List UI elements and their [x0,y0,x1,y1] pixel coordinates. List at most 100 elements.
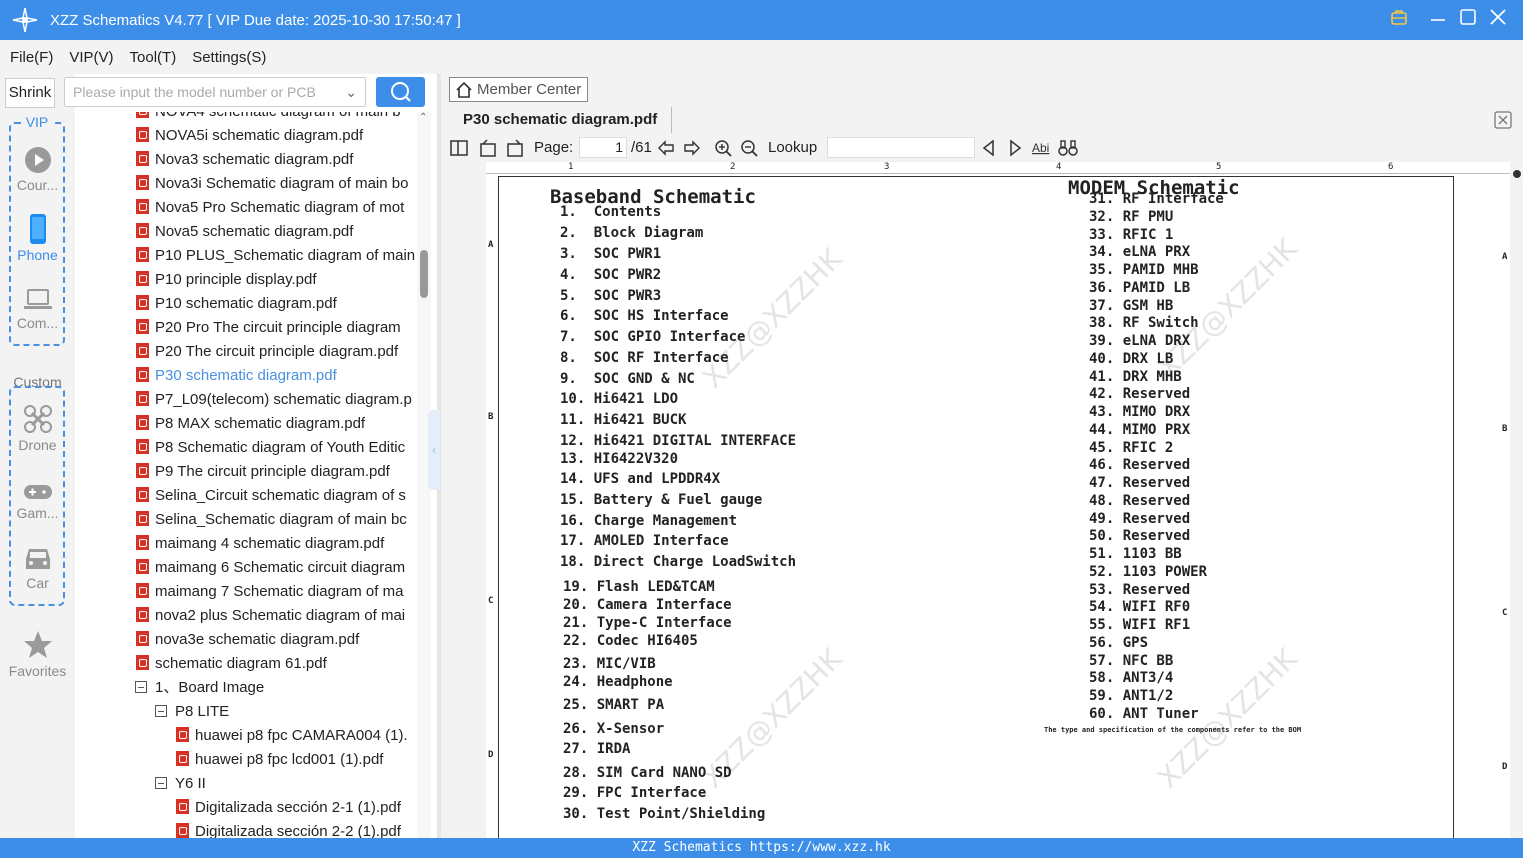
close-tab-icon[interactable] [1494,111,1512,129]
rotate-right-icon[interactable] [506,139,524,157]
member-center-button[interactable]: Member Center [449,77,588,102]
find-next-icon[interactable] [1006,139,1024,157]
zoom-out-icon[interactable] [740,139,758,157]
lookup-label: Lookup [768,139,818,156]
file-item[interactable]: Nova3i Schematic diagram of main bo [136,172,416,196]
maximize-button[interactable] [1457,8,1479,30]
toc-item: 50. Reserved [1089,528,1191,545]
lookup-input[interactable] [827,137,975,158]
file-item[interactable]: P10 PLUS_Schematic diagram of main [136,244,416,268]
file-item[interactable]: Nova5 schematic diagram.pdf [136,220,416,244]
collapse-folder-icon[interactable] [135,681,147,693]
file-item-label: Nova5 Pro Schematic diagram of mot [155,199,405,216]
folder-board-image[interactable]: 1、Board Image [135,676,415,700]
bom-note: The type and specification of the compon… [1044,726,1302,734]
collapse-folder-icon[interactable] [155,777,167,789]
file-item[interactable]: huawei p8 fpc lcd001 (1).pdf [176,748,415,772]
page-number-input[interactable]: 1 [579,137,627,158]
nav-phone[interactable]: Phone [0,214,75,263]
nav-car-label: Car [26,575,49,591]
model-search-input[interactable]: Please input the model number or PCB ⌄ [64,77,366,107]
rotate-left-icon[interactable] [479,139,497,157]
toc-item: 40. DRX LB [1089,350,1174,367]
file-item[interactable]: P30 schematic diagram.pdf [136,364,416,388]
file-item-label: nova2 plus Schematic diagram of mai [155,607,406,624]
menu-vip[interactable]: VIP(V) [69,49,113,66]
file-item[interactable]: P10 schematic diagram.pdf [136,292,416,316]
file-item[interactable]: nova2 plus Schematic diagram of mai [136,604,416,628]
pdf-icon [136,319,149,334]
file-item[interactable]: maimang 4 schematic diagram.pdf [136,532,416,556]
nav-courses[interactable]: Cour... [0,146,75,193]
shrink-button[interactable]: Shrink [5,78,55,108]
pdf-page[interactable]: 1 2 3 4 5 6 A B C D A B C D XZZ@XZZHK XZ… [486,162,1510,838]
nav-games[interactable]: Gam... [0,482,75,521]
next-page-icon[interactable] [683,139,701,157]
binoculars-icon[interactable] [1058,139,1078,157]
search-button[interactable] [376,77,425,107]
file-item-label: P8 MAX schematic diagram.pdf [155,415,366,432]
toc-item: 24. Headphone [563,674,673,690]
nav-computer[interactable]: Com... [0,288,75,331]
collapse-panel-icon[interactable]: ‹ [428,410,440,490]
menu-settings[interactable]: Settings(S) [192,49,266,66]
tree-scroll-thumb[interactable] [420,250,428,298]
file-item[interactable]: NOVA4 schematic diagram of main b [136,112,416,124]
file-item[interactable]: P8 Schematic diagram of Youth Editic [136,436,416,460]
toc-item: 47. Reserved [1089,475,1191,491]
file-item[interactable]: Nova5 Pro Schematic diagram of mot [136,196,416,220]
file-item[interactable]: maimang 6 Schematic circuit diagram [136,556,416,580]
menu-file[interactable]: File(F) [10,49,53,66]
bag-icon[interactable] [1388,8,1410,30]
minimize-button[interactable] [1427,8,1449,30]
close-button[interactable] [1487,8,1509,30]
file-item-label: P30 schematic diagram.pdf [155,367,337,384]
file-item[interactable]: P10 principle display.pdf [136,268,416,292]
tab-document[interactable]: P30 schematic diagram.pdf [449,107,673,133]
file-item[interactable]: P7_L09(telecom) schematic diagram.p [136,388,416,412]
page-scrollbar[interactable] [1511,162,1523,838]
column-ruler: 1 2 3 4 5 6 [486,162,1510,174]
page-total: /61 [631,139,652,156]
file-item[interactable]: Selina_Circuit schematic diagram of s [136,484,416,508]
match-case-icon[interactable]: Abi [1032,139,1054,157]
file-item[interactable]: P8 MAX schematic diagram.pdf [136,412,416,436]
file-item[interactable]: Nova3 schematic diagram.pdf [136,148,416,172]
file-item[interactable]: nova3e schematic diagram.pdf [136,628,416,652]
file-item[interactable]: huawei p8 fpc CAMARA004 (1). [176,724,415,748]
file-item[interactable]: Digitalizada sección 2-2 (1).pdf [176,820,415,838]
nav-phone-label: Phone [17,247,58,263]
nav-drone[interactable]: Drone [0,404,75,453]
row-marker-c-right: C [1502,608,1508,618]
file-item[interactable]: maimang 7 Schematic diagram of ma [136,580,416,604]
toc-item: 9. SOC GND & NC [560,371,695,387]
file-item[interactable]: P9 The circuit principle diagram.pdf [136,460,416,484]
file-item-label: Digitalizada sección 2-1 (1).pdf [195,799,401,816]
nav-car[interactable]: Car [0,546,75,591]
file-item[interactable]: P20 Pro The circuit principle diagram [136,316,416,340]
chevron-down-icon[interactable]: ⌄ [345,78,357,106]
file-item[interactable]: NOVA5i schematic diagram.pdf [136,124,416,148]
folder-p8-lite[interactable]: P8 LITE [155,700,415,724]
scroll-up-icon[interactable]: ⌃ [419,112,427,123]
file-item[interactable]: Digitalizada sección 2-1 (1).pdf [176,796,415,820]
row-marker-d-right: D [1502,762,1508,772]
prev-page-icon[interactable] [657,139,675,157]
find-prev-icon[interactable] [980,139,998,157]
file-item[interactable]: P20 The circuit principle diagram.pdf [136,340,416,364]
file-item[interactable]: schematic diagram 61.pdf [136,652,416,676]
menu-tool[interactable]: Tool(T) [130,49,177,66]
zoom-in-icon[interactable] [714,139,732,157]
collapse-folder-icon[interactable] [155,705,167,717]
file-item[interactable]: Selina_Schematic diagram of main bc [136,508,416,532]
toc-item: 18. Direct Charge LoadSwitch [560,554,797,570]
sidebar-toggle-icon[interactable] [450,139,468,157]
pdf-icon [136,535,149,550]
toc-item: 29. FPC Interface [563,785,707,801]
file-item-label: P7_L09(telecom) schematic diagram.p [155,391,412,408]
page-scroll-thumb[interactable] [1513,170,1521,178]
nav-favorites[interactable]: Favorites [0,630,75,679]
file-item-label: huawei p8 fpc CAMARA004 (1). [195,727,408,744]
folder-y6-ii[interactable]: Y6 II [155,772,415,796]
nav-favorites-label: Favorites [8,663,67,679]
